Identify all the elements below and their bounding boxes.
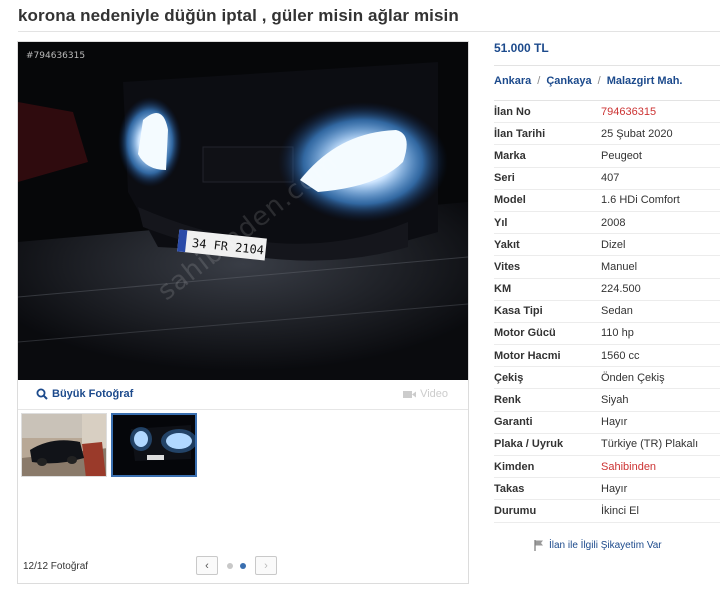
chevron-right-icon: › [264, 559, 268, 572]
spec-row: Garanti Hayır [494, 412, 720, 434]
spec-row: KM 224.500 [494, 279, 720, 301]
spec-value: Türkiye (TR) Plakalı [601, 438, 699, 451]
video-label: Video [420, 388, 448, 400]
spec-key: Takas [494, 482, 525, 495]
price: 51.000 TL [494, 41, 549, 55]
spec-row: Yıl 2008 [494, 212, 720, 235]
spec-row: Renk Siyah [494, 389, 720, 412]
chevron-left-icon: ‹ [205, 559, 209, 572]
location-neighborhood[interactable]: Malazgirt Mah. [607, 75, 683, 87]
photo-count: 12/12 Fotoğraf [23, 561, 89, 572]
next-photos-button[interactable]: › [255, 556, 277, 575]
spec-row: Takas Hayır [494, 478, 720, 501]
spec-row: Kimden Sahibinden [494, 456, 720, 479]
spec-key: Yakıt [494, 238, 520, 251]
spec-row: Model 1.6 HDi Comfort [494, 190, 720, 212]
spec-value: İkinci El [601, 504, 639, 517]
thumbnail-1-image [22, 414, 106, 476]
spec-value: 25 Şubat 2020 [601, 127, 673, 140]
spec-value: Önden Çekiş [601, 371, 665, 384]
spec-key: Kimden [494, 460, 535, 473]
spec-key: Vites [494, 260, 521, 273]
spec-value: Hayır [601, 482, 628, 495]
previous-photos-button[interactable]: ‹ [196, 556, 218, 575]
report-label: İlan ile İlgili Şikayetim Var [549, 540, 662, 551]
spec-key: İlan Tarihi [494, 127, 546, 140]
big-photo-label: Büyük Fotoğraf [52, 388, 134, 400]
spec-key: Plaka / Uyruk [494, 438, 564, 451]
thumbnail-1[interactable] [21, 413, 107, 477]
photo-toolbar: Büyük Fotoğraf Video [18, 380, 468, 410]
spec-row: İlan Tarihi 25 Şubat 2020 [494, 123, 720, 146]
spec-key: Seri [494, 172, 515, 185]
spec-key: Model [494, 194, 526, 207]
photo-id: #794636315 [26, 51, 86, 61]
thumbnail-2[interactable] [111, 413, 197, 477]
spec-value: 407 [601, 172, 620, 185]
spec-key: Çekiş [494, 371, 524, 384]
spec-value: 1560 cc [601, 349, 640, 362]
spec-list: İlan No 794636315 İlan Tarihi 25 Şubat 2020… [494, 101, 720, 523]
spec-key: Motor Gücü [494, 327, 556, 340]
spec-value: Dizel [601, 238, 626, 251]
spec-value: Siyah [601, 394, 629, 407]
spec-row: Kasa Tipi Sedan [494, 301, 720, 323]
spec-key: Yıl [494, 216, 508, 229]
spec-row: Motor Gücü 110 hp [494, 323, 720, 346]
spec-value[interactable]: 794636315 [601, 106, 656, 118]
spec-row: Vites Manuel [494, 256, 720, 279]
spec-row: Marka Peugeot [494, 145, 720, 168]
big-photo-button[interactable]: Büyük Fotoğraf [36, 388, 133, 400]
breadcrumb-separator: / [537, 75, 541, 87]
price-divider [494, 65, 720, 66]
breadcrumb-separator: / [597, 75, 601, 87]
spec-value: Peugeot [601, 149, 642, 162]
listing-title: korona nedeniyle düğün iptal , güler mis… [18, 6, 459, 25]
search-icon [36, 388, 48, 400]
location-city[interactable]: Ankara [494, 75, 531, 87]
spec-row: Durumu İkinci El [494, 500, 720, 523]
spec-value: Manuel [601, 260, 638, 273]
spec-key: Motor Hacmi [494, 349, 561, 362]
spec-row: İlan No 794636315 [494, 101, 720, 124]
video-camera-icon [403, 390, 417, 398]
spec-key: Kasa Tipi [494, 305, 543, 318]
spec-key: Renk [494, 394, 521, 407]
page-dot-2[interactable] [240, 563, 246, 569]
report-listing-link[interactable]: İlan ile İlgili Şikayetim Var [534, 540, 662, 551]
spec-value: 2008 [601, 216, 626, 229]
thumbnail-strip [21, 413, 197, 477]
location-district[interactable]: Çankaya [546, 75, 591, 87]
spec-value: 110 hp [601, 327, 634, 340]
location-breadcrumb: Ankara / Çankaya / Malazgirt Mah. [494, 75, 682, 87]
thumbnail-2-image [113, 415, 195, 475]
photo-gallery: 34 FR 2104 #794636315 sahibinden.com Büy… [17, 41, 469, 584]
page-dot-1[interactable] [227, 563, 233, 569]
spec-row: Yakıt Dizel [494, 234, 720, 257]
video-button[interactable]: Video [403, 388, 448, 400]
spec-row: Çekiş Önden Çekiş [494, 367, 720, 390]
spec-value: Sedan [601, 305, 633, 318]
main-photo[interactable]: 34 FR 2104 #794636315 sahibinden.com [18, 42, 468, 380]
spec-key: KM [494, 283, 512, 296]
spec-key: İlan No [494, 105, 531, 118]
spec-value: Hayır [601, 416, 628, 429]
spec-row: Motor Hacmi 1560 cc [494, 345, 720, 368]
spec-value[interactable]: Sahibinden [601, 461, 656, 473]
title-divider [18, 31, 720, 32]
spec-value: 224.500 [601, 283, 641, 296]
spec-key: Durumu [494, 504, 537, 517]
flag-icon [534, 540, 543, 551]
spec-row: Plaka / Uyruk Türkiye (TR) Plakalı [494, 434, 720, 456]
spec-value: 1.6 HDi Comfort [601, 194, 680, 207]
spec-key: Marka [494, 149, 526, 162]
spec-key: Garanti [494, 416, 533, 429]
spec-row: Seri 407 [494, 168, 720, 190]
